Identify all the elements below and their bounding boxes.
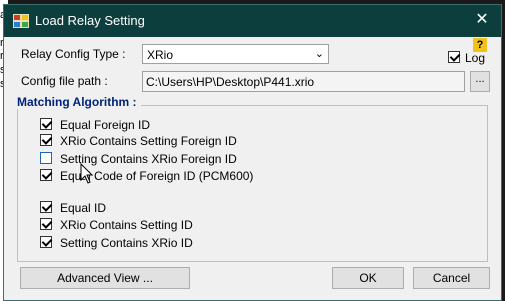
config-file-path-label: Config file path : <box>21 74 108 88</box>
cancel-button[interactable]: Cancel <box>413 267 490 289</box>
checkbox[interactable] <box>40 118 52 130</box>
checkbox[interactable] <box>40 152 52 164</box>
relay-config-type-label: Relay Config Type : <box>21 47 126 61</box>
option-label: XRio Contains Setting Foreign ID <box>60 134 237 148</box>
option-label: Equal ID <box>60 201 107 215</box>
title-bar[interactable]: Load Relay Setting ✕ <box>4 5 501 37</box>
ok-button[interactable]: OK <box>332 267 404 289</box>
checkbox[interactable] <box>40 236 52 248</box>
help-icon[interactable]: ? <box>473 38 487 52</box>
browse-button[interactable]: ... <box>470 71 490 92</box>
relay-config-type-dropdown[interactable]: XRio ⌄ <box>142 44 329 64</box>
log-checkbox[interactable] <box>448 51 460 63</box>
checkbox[interactable] <box>40 218 52 230</box>
advanced-view-button[interactable]: Advanced View ... <box>20 267 190 289</box>
chevron-down-icon: ⌄ <box>314 48 324 60</box>
app-icon <box>13 14 29 28</box>
config-file-path-field[interactable]: C:\Users\HP\Desktop\P441.xrio <box>142 71 465 92</box>
close-icon[interactable]: ✕ <box>471 9 493 31</box>
load-relay-setting-dialog: Load Relay Setting ✕ Relay Config Type :… <box>3 4 502 301</box>
dialog-body: Relay Config Type : XRio ⌄ ? Log Config … <box>4 37 501 300</box>
checkbox[interactable] <box>40 134 52 146</box>
matching-algorithm-title: Matching Algorithm : <box>14 95 141 109</box>
checkbox[interactable] <box>40 201 52 213</box>
option-label: Equal Foreign ID <box>60 118 151 132</box>
mouse-pointer-icon <box>80 163 94 184</box>
option-label: XRio Contains Setting ID <box>60 218 193 232</box>
checkbox[interactable] <box>40 169 52 181</box>
log-label: Log <box>465 51 486 65</box>
option-label: Setting Contains XRio ID <box>60 236 193 250</box>
window-title: Load Relay Setting <box>35 13 145 28</box>
config-file-path-value: C:\Users\HP\Desktop\P441.xrio <box>146 75 315 89</box>
relay-config-type-value: XRio <box>147 48 174 62</box>
